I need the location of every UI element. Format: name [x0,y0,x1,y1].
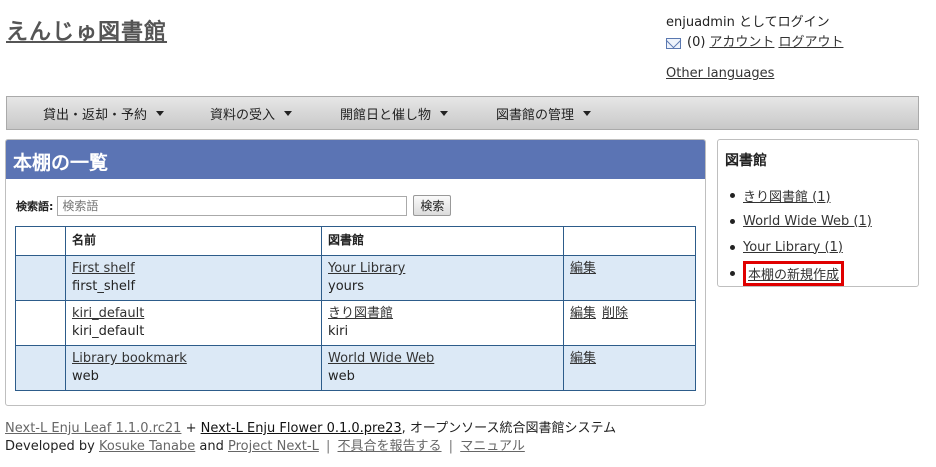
table-row: First shelf first_shelf Your Library you… [15,255,696,301]
actions-cell: 編集 [563,255,696,301]
enju-flower-link[interactable]: Next-L Enju Flower 0.1.0.pre23 [201,421,402,436]
library-link[interactable]: World Wide Web [328,351,434,366]
library-key: yours [328,279,365,294]
sidebar-link-yours[interactable]: Your Library (1) [743,240,843,255]
login-status: enjuadmin としてログイン [666,15,830,30]
nav-events[interactable]: 開館日と催し物 [340,104,449,123]
footer-plus: + [185,421,197,436]
search-label: 検索語: [16,199,54,213]
developed-by-text: Developed by [5,439,95,454]
row-blank-cell [15,345,66,391]
nav-events-label: 開館日と催し物 [340,107,432,123]
logout-link[interactable]: ログアウト [778,33,843,53]
nav-library-admin[interactable]: 図書館の管理 [496,104,592,123]
table-row: Library bookmark web World Wide Web web … [15,345,696,391]
sidebar-link-kiri[interactable]: きり図書館 (1) [743,186,831,205]
library-key: web [328,369,355,384]
shelf-name-cell: Library bookmark web [65,345,322,391]
shelf-list-panel: 本棚の一覧 検索語: 検索 名前 図書館 First shelf first_s… [5,139,706,406]
row-blank-cell [15,300,66,346]
sidebar-item-new-shelf: 本棚の新規作成 [730,260,872,286]
message-count: (0) [687,35,706,50]
edit-link[interactable]: 編集 [570,306,596,321]
library-sidebar: 図書館 きり図書館 (1) World Wide Web (1) Your Li… [717,139,919,287]
and-text: and [199,439,224,454]
shelf-name-cell: kiri_default kiri_default [65,300,322,346]
column-header-blank [15,226,66,256]
shelf-key: first_shelf [72,279,136,294]
sidebar-item-kiri: きり図書館 (1) [730,182,872,208]
footer-line-1: Next-L Enju Leaf 1.1.0.rc21 + Next-L Enj… [5,420,616,438]
bullet-icon [730,192,735,198]
bullet-icon [730,270,735,276]
mail-icon[interactable] [666,37,681,49]
edit-link[interactable]: 編集 [570,351,596,366]
column-header-library: 図書館 [321,226,564,256]
nav-circulation-label: 貸出・返却・予約 [43,107,148,123]
shelf-name-cell: First shelf first_shelf [65,255,322,301]
library-link[interactable]: Your Library [328,261,405,276]
caret-down-icon [440,110,449,116]
library-cell: Your Library yours [321,255,564,301]
footer-separator: | [325,439,331,454]
footer: Next-L Enju Leaf 1.1.0.rc21 + Next-L Enj… [5,420,616,456]
nav-library-admin-label: 図書館の管理 [496,107,575,123]
new-shelf-link[interactable]: 本棚の新規作成 [748,268,839,283]
project-link[interactable]: Project Next-L [228,439,319,454]
highlight-box: 本棚の新規作成 [743,260,845,286]
library-cell: きり図書館 kiri [321,300,564,346]
bullet-icon [730,244,735,250]
sidebar-list: きり図書館 (1) World Wide Web (1) Your Librar… [730,182,872,286]
shelf-key: web [72,369,99,384]
footer-line-2: Developed by Kosuke Tanabe and Project N… [5,438,616,456]
edit-link[interactable]: 編集 [570,261,596,276]
search-button[interactable]: 検索 [413,195,452,216]
shelf-key: kiri_default [72,324,145,339]
footer-separator: | [448,439,454,454]
site-title-link[interactable]: えんじゅ図書館 [6,14,167,46]
column-header-actions [563,226,696,256]
shelf-table: 名前 図書館 First shelf first_shelf Your Libr… [15,226,696,391]
sidebar-item-yours: Your Library (1) [730,234,872,260]
nav-circulation[interactable]: 貸出・返却・予約 [43,104,165,123]
caret-down-icon [284,110,293,116]
nav-acquisition-label: 資料の受入 [210,107,276,123]
page-title: 本棚の一覧 [6,140,705,179]
report-bug-link[interactable]: 不具合を報告する [338,439,442,454]
table-header-row: 名前 図書館 [15,226,696,256]
caret-down-icon [583,110,592,116]
other-languages-link[interactable]: Other languages [666,66,774,81]
column-header-name: 名前 [65,226,322,256]
actions-cell: 編集 [563,345,696,391]
footer-description: , オープンソース統合図書館システム [401,421,617,436]
search-form: 検索語: 検索 [16,195,452,216]
library-cell: World Wide Web web [321,345,564,391]
delete-link[interactable]: 削除 [602,306,628,321]
library-key: kiri [328,324,349,339]
row-blank-cell [15,255,66,301]
login-box: enjuadmin としてログイン (0) アカウント ログアウト [666,13,843,53]
shelf-name-link[interactable]: Library bookmark [72,351,187,366]
shelf-name-link[interactable]: First shelf [72,261,135,276]
nav-acquisition[interactable]: 資料の受入 [210,104,293,123]
enju-leaf-link[interactable]: Next-L Enju Leaf 1.1.0.rc21 [5,421,181,436]
bullet-icon [730,218,735,224]
account-link[interactable]: アカウント [709,33,774,53]
main-navbar: 貸出・返却・予約 資料の受入 開館日と催し物 図書館の管理 [6,96,919,130]
actions-cell: 編集 削除 [563,300,696,346]
caret-down-icon [156,110,165,116]
manual-link[interactable]: マニュアル [460,439,525,454]
shelf-name-link[interactable]: kiri_default [72,306,144,321]
table-row: kiri_default kiri_default きり図書館 kiri 編集削… [15,300,696,346]
sidebar-item-web: World Wide Web (1) [730,208,872,234]
search-input[interactable] [57,195,408,216]
sidebar-link-web[interactable]: World Wide Web (1) [743,214,872,229]
author-link[interactable]: Kosuke Tanabe [99,439,195,454]
library-link[interactable]: きり図書館 [328,306,393,321]
sidebar-title: 図書館 [725,153,767,169]
